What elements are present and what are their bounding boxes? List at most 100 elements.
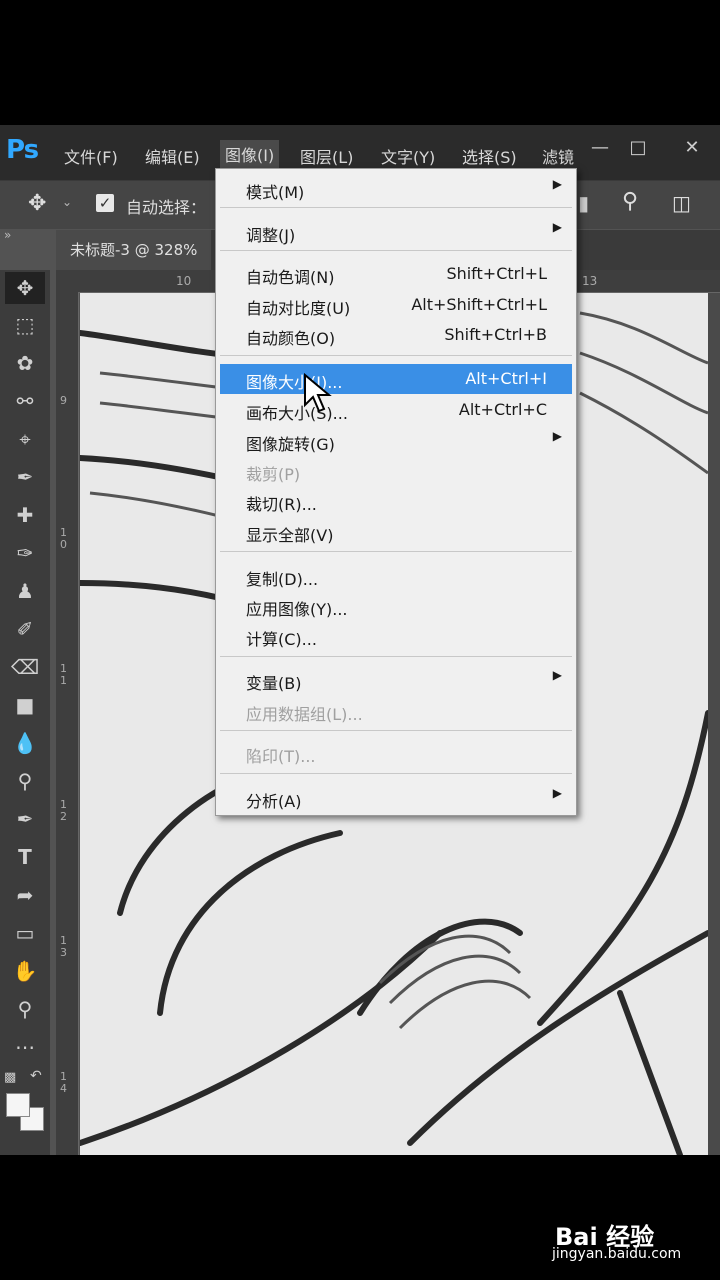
menu-item-label: 应用图像(Y)...	[246, 600, 348, 619]
foreground-color-swatch[interactable]	[6, 1093, 30, 1117]
menu-item-label: 分析(A)	[246, 792, 302, 811]
eyedropper-tool[interactable]: ✒	[5, 461, 45, 493]
chevron-down-icon[interactable]: ⌄	[62, 195, 72, 209]
ruler-label: 13	[582, 274, 598, 288]
stamp-tool[interactable]: ♟	[5, 575, 45, 607]
menu-type[interactable]: 文字(Y)	[381, 144, 435, 168]
menu-item-label: 模式(M)	[246, 183, 305, 202]
menu-separator	[220, 250, 572, 251]
menu-item-trim[interactable]: 裁切(R)...	[220, 486, 572, 516]
menu-item-shortcut: Alt+Ctrl+I	[465, 369, 547, 388]
menu-item-auto-color[interactable]: 自动颜色(O) Shift+Ctrl+B	[220, 320, 572, 350]
pen-tool[interactable]: ✒	[5, 803, 45, 835]
brush-tool[interactable]: ✑	[5, 537, 45, 569]
menu-file[interactable]: 文件(F)	[64, 144, 118, 168]
menu-item-image-rotation[interactable]: 图像旋转(G) ▶	[220, 426, 572, 456]
menu-item-label: 计算(C)...	[246, 630, 317, 649]
lasso-tool[interactable]: ✿	[5, 347, 45, 379]
submenu-arrow-icon: ▶	[552, 429, 562, 443]
menu-item-label: 应用数据组(L)...	[246, 705, 363, 724]
menu-item-label: 复制(D)...	[246, 570, 319, 589]
menu-item-shortcut: Alt+Ctrl+C	[458, 400, 547, 419]
menu-item-shortcut: Shift+Ctrl+L	[446, 264, 547, 283]
menu-filter[interactable]: 滤镜	[542, 144, 574, 168]
restore-icon[interactable]: □	[623, 137, 653, 159]
path-select-tool[interactable]: ➦	[5, 879, 45, 911]
workspace-icon[interactable]: ◫	[672, 191, 691, 215]
gradient-tool[interactable]: ■	[5, 689, 45, 721]
hand-tool[interactable]: ✋	[5, 955, 45, 987]
tools-panel: ✥ ⬚ ✿ ⚯ ⌖ ✒ ✚ ✑ ♟ ✐ ⌫ ■ 💧 ⚲ ✒ T ➦ ▭ ✋ ⚲ …	[0, 270, 50, 1155]
menu-item-label: 裁切(R)...	[246, 495, 317, 514]
ruler-label: 10	[176, 274, 192, 288]
menu-image[interactable]: 图像(I)	[220, 140, 280, 168]
auto-select-label: 自动选择：	[126, 198, 207, 217]
eraser-tool[interactable]: ⌫	[5, 651, 45, 683]
default-colors-icon[interactable]: ▩	[4, 1070, 16, 1085]
submenu-arrow-icon: ▶	[552, 220, 562, 234]
menu-item-label: 显示全部(V)	[246, 526, 334, 545]
menu-separator	[220, 551, 572, 552]
minimize-icon[interactable]: —	[585, 137, 615, 159]
blur-tool[interactable]: 💧	[5, 727, 45, 759]
vertical-scrollbar[interactable]	[708, 293, 720, 1155]
menu-select[interactable]: 选择(S)	[462, 144, 517, 168]
move-tool[interactable]: ✥	[5, 272, 45, 304]
bar-chart-icon[interactable]: ▮	[578, 191, 589, 215]
ruler-label: 1 4	[60, 1070, 67, 1095]
menu-item-label: 自动对比度(U)	[246, 299, 351, 318]
menu-item-crop: 裁剪(P)	[220, 456, 572, 486]
menu-item-auto-tone[interactable]: 自动色调(N) Shift+Ctrl+L	[220, 259, 572, 289]
zoom-tool[interactable]: ⚲	[5, 993, 45, 1025]
crop-tool[interactable]: ⌖	[5, 423, 45, 455]
menu-item-variables[interactable]: 变量(B) ▶	[220, 665, 572, 695]
ruler-label: 1 2	[60, 798, 67, 823]
menu-item-analysis[interactable]: 分析(A) ▶	[220, 783, 572, 813]
search-icon[interactable]: ⚲	[622, 189, 638, 214]
mouse-cursor-icon	[304, 373, 332, 413]
panel-collapse-icon[interactable]: »	[4, 228, 11, 242]
quick-select-tool[interactable]: ⚯	[5, 385, 45, 417]
menu-item-label: 陷印(T)...	[246, 747, 316, 766]
ruler-label: 1 3	[60, 934, 67, 959]
menu-edit[interactable]: 编辑(E)	[145, 144, 200, 168]
more-tools-icon[interactable]: ⋯	[5, 1031, 45, 1063]
menu-separator	[220, 730, 572, 731]
menu-item-label: 裁剪(P)	[246, 465, 301, 484]
menu-item-label: 变量(B)	[246, 674, 302, 693]
healing-brush-tool[interactable]: ✚	[5, 499, 45, 531]
menu-item-reveal-all[interactable]: 显示全部(V)	[220, 517, 572, 547]
dodge-tool[interactable]: ⚲	[5, 765, 45, 797]
menu-separator	[220, 773, 572, 774]
ruler-label: 1 1	[60, 662, 67, 687]
move-tool-icon[interactable]: ✥	[28, 191, 46, 216]
menu-item-duplicate[interactable]: 复制(D)...	[220, 561, 572, 591]
submenu-arrow-icon: ▶	[552, 786, 562, 800]
ruler-label: 9	[60, 394, 67, 407]
menu-item-label: 图像旋转(G)	[246, 435, 335, 454]
menu-item-shortcut: Alt+Shift+Ctrl+L	[411, 295, 547, 314]
menu-item-trap: 陷印(T)...	[220, 738, 572, 768]
history-brush-tool[interactable]: ✐	[5, 613, 45, 645]
rectangle-tool[interactable]: ▭	[5, 917, 45, 949]
menu-item-auto-contrast[interactable]: 自动对比度(U) Alt+Shift+Ctrl+L	[220, 290, 572, 320]
close-icon[interactable]: ✕	[677, 137, 707, 159]
submenu-arrow-icon: ▶	[552, 177, 562, 191]
menu-item-calculations[interactable]: 计算(C)...	[220, 621, 572, 651]
auto-select-checkbox[interactable]: ✓	[96, 194, 114, 212]
submenu-arrow-icon: ▶	[552, 668, 562, 682]
ps-logo: Ps	[6, 135, 39, 165]
type-tool[interactable]: T	[5, 841, 45, 873]
menu-layer[interactable]: 图层(L)	[300, 144, 353, 168]
marquee-tool[interactable]: ⬚	[5, 309, 45, 341]
menu-item-apply-image[interactable]: 应用图像(Y)...	[220, 591, 572, 621]
menu-item-mode[interactable]: 模式(M) ▶	[220, 174, 572, 204]
swap-colors-icon[interactable]: ↶	[30, 1068, 42, 1084]
menu-item-label: 调整(J)	[246, 226, 296, 245]
menu-item-image-size[interactable]: 图像大小(I)... Alt+Ctrl+I	[220, 364, 572, 394]
menu-item-label: 自动色调(N)	[246, 268, 335, 287]
ruler-vertical: 9 1 0 1 1 1 2 1 3 1 4	[56, 292, 79, 1155]
document-tab[interactable]: 未标题-3 @ 328%	[56, 230, 212, 270]
menu-item-canvas-size[interactable]: 画布大小(S)... Alt+Ctrl+C	[220, 395, 572, 425]
menu-item-adjustments[interactable]: 调整(J) ▶	[220, 217, 572, 247]
